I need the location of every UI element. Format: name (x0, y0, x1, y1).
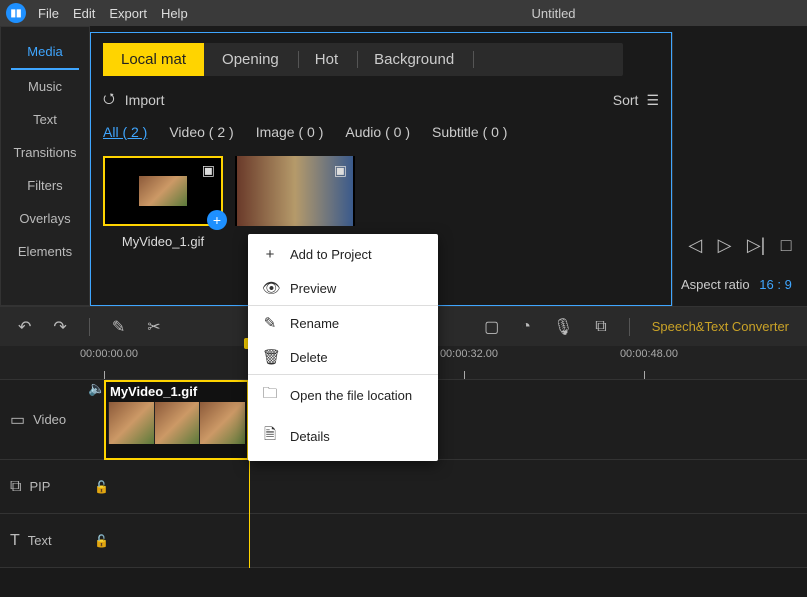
text-track-icon: T (10, 532, 20, 550)
media-toolbar: ⭯ Import Sort ☰ (103, 88, 659, 112)
ruler-t3: 00:00:48.00 (614, 348, 684, 360)
next-frame-button[interactable]: ▷| (747, 235, 766, 256)
camera-icon: ▣ (334, 162, 347, 179)
media-item-1-image (139, 176, 187, 206)
redo-button[interactable]: ↷ (53, 317, 66, 337)
sidebar-item-filters[interactable]: Filters (1, 169, 89, 202)
sort-label: Sort (613, 92, 639, 108)
ruler-t2: 00:00:32.00 (434, 348, 504, 360)
undo-button[interactable]: ↶ (18, 317, 31, 337)
play-button[interactable]: ▷ (718, 235, 732, 256)
eye-icon: 👁 (262, 279, 278, 297)
track-pip-head: ⧉ PIP (0, 478, 104, 496)
track-pip-label: PIP (29, 479, 50, 494)
list-icon: ☰ (646, 92, 659, 109)
record-screen-tool[interactable]: ⧉ (595, 318, 606, 336)
add-to-project-icon[interactable]: + (207, 210, 227, 230)
import-label: Import (125, 92, 165, 108)
ctx-rename[interactable]: ✎Rename (248, 306, 438, 340)
trash-icon: 🗑 (262, 348, 278, 366)
track-text[interactable]: T Text 🔓 (0, 514, 807, 568)
mute-icon[interactable]: 🔈 (88, 380, 105, 397)
edit-tool[interactable]: ✎ (112, 317, 125, 337)
sidebar-item-media[interactable]: Media (11, 35, 79, 70)
tab-opening[interactable]: Opening (204, 43, 297, 76)
app-logo: ▮▮ (6, 3, 26, 23)
media-item-2-frame: ▣ (235, 156, 355, 226)
media-tabs: Local mat Opening Hot Background (103, 43, 623, 76)
ctx-open-location[interactable]: 🗀Open the file location (248, 375, 438, 416)
track-video-label: Video (33, 412, 66, 427)
pencil-icon: ✎ (262, 314, 278, 332)
titlebar: ▮▮ File Edit Export Help Untitled (0, 0, 807, 26)
sidebar-item-overlays[interactable]: Overlays (1, 202, 89, 235)
track-text-body[interactable] (109, 514, 807, 567)
media-item-1-frame: ▣ + (103, 156, 223, 226)
ctx-details[interactable]: 🗎Details (248, 416, 438, 457)
timeline-clip-1-label: MyVideo_1.gif (110, 384, 197, 399)
aspect-value: 16 : 9 (759, 277, 792, 292)
import-button[interactable]: ⭯ Import (103, 88, 164, 112)
filter-all[interactable]: All ( 2 ) (103, 124, 147, 140)
pip-track-icon: ⧉ (10, 478, 21, 496)
track-text-head: T Text (0, 532, 104, 550)
track-video-head: ▭ Video (0, 410, 104, 430)
split-tool[interactable]: ✂ (147, 317, 160, 337)
aspect-ratio[interactable]: Aspect ratio 16 : 9 (681, 277, 807, 292)
import-icon: ⭯ (103, 88, 115, 112)
separator (89, 318, 90, 336)
media-filters: All ( 2 ) Video ( 2 ) Image ( 0 ) Audio … (103, 124, 659, 140)
sidebar: Media Music Text Transitions Filters Ove… (0, 26, 90, 306)
plus-icon: + (262, 246, 278, 263)
filter-video[interactable]: Video ( 2 ) (169, 124, 233, 140)
filter-audio[interactable]: Audio ( 0 ) (345, 124, 410, 140)
lock-icon[interactable]: 🔓 (94, 480, 109, 494)
stop-button[interactable]: □ (781, 235, 792, 256)
track-pip[interactable]: ⧉ PIP 🔓 (0, 460, 807, 514)
voiceover-tool[interactable]: 🎙 (553, 317, 573, 337)
ctx-delete[interactable]: 🗑Delete (248, 340, 438, 374)
menu-help[interactable]: Help (161, 6, 188, 21)
speed-tool[interactable]: ◔ (521, 318, 531, 336)
sidebar-item-music[interactable]: Music (1, 70, 89, 103)
context-menu: +Add to Project 👁Preview ✎Rename 🗑Delete… (248, 234, 438, 461)
details-icon: 🗎 (262, 424, 278, 449)
tab-local[interactable]: Local mat (103, 43, 204, 76)
speech-text-converter[interactable]: Speech&Text Converter (652, 319, 789, 334)
playback-controls: ◁ ▷ ▷| □ (673, 235, 807, 256)
crop-tool[interactable]: ▢ (484, 317, 499, 337)
video-track-icon: ▭ (10, 410, 25, 430)
ctx-add-to-project[interactable]: +Add to Project (248, 238, 438, 271)
track-video-body[interactable]: MyVideo_1.gif (104, 380, 807, 459)
tab-hot[interactable]: Hot (297, 43, 356, 76)
folder-icon: 🗀 (262, 383, 278, 408)
timeline-clip-1[interactable]: MyVideo_1.gif (104, 380, 249, 460)
sort-button[interactable]: Sort ☰ (613, 92, 659, 109)
document-title: Untitled (531, 6, 575, 21)
sidebar-item-transitions[interactable]: Transitions (1, 136, 89, 169)
aspect-label: Aspect ratio (681, 277, 750, 292)
menu-edit[interactable]: Edit (73, 6, 95, 21)
sidebar-item-elements[interactable]: Elements (1, 235, 89, 268)
tab-background[interactable]: Background (356, 43, 472, 76)
menu-export[interactable]: Export (109, 6, 147, 21)
ctx-preview[interactable]: 👁Preview (248, 271, 438, 305)
filter-image[interactable]: Image ( 0 ) (256, 124, 324, 140)
track-pip-body[interactable] (109, 460, 807, 513)
track-text-label: Text (28, 533, 52, 548)
ruler-t0: 00:00:00.00 (74, 348, 144, 360)
sidebar-item-text[interactable]: Text (1, 103, 89, 136)
media-item-1-label: MyVideo_1.gif (103, 234, 223, 249)
lock-icon[interactable]: 🔓 (94, 534, 109, 548)
separator (629, 318, 630, 336)
camera-icon: ▣ (202, 162, 215, 179)
prev-frame-button[interactable]: ◁ (688, 235, 702, 256)
main-menu: File Edit Export Help (38, 6, 188, 21)
media-item-1[interactable]: ▣ + MyVideo_1.gif (103, 156, 223, 249)
menu-file[interactable]: File (38, 6, 59, 21)
filter-subtitle[interactable]: Subtitle ( 0 ) (432, 124, 507, 140)
preview-pane: ◁ ▷ ▷| □ Aspect ratio 16 : 9 (672, 32, 807, 306)
